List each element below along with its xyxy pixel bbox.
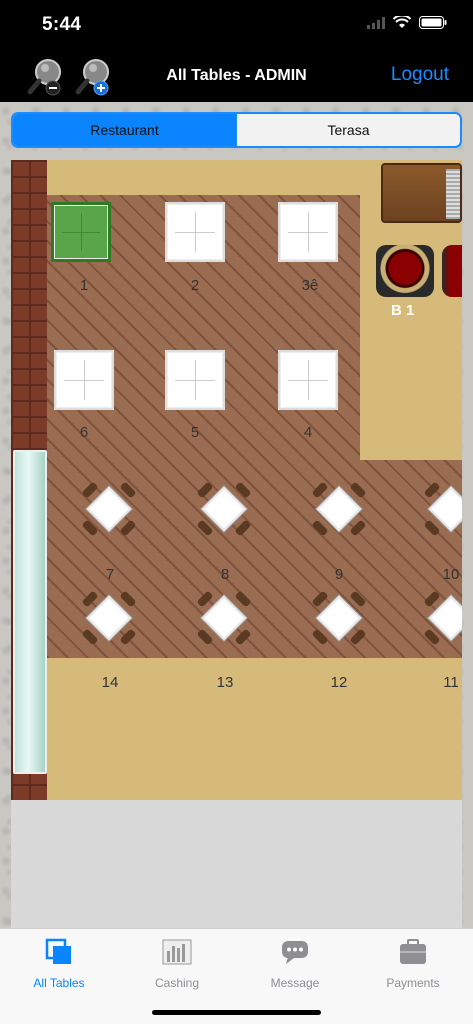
chair [119,590,137,608]
table-label: 14 [101,674,119,691]
chair [81,481,99,499]
message-icon [282,941,308,964]
table-label: 1 [79,277,89,294]
table-label: 4 [303,424,313,441]
chair [349,519,367,537]
wifi-icon [393,16,411,28]
segment-terasa[interactable]: Terasa [236,114,460,146]
chair [311,628,329,646]
table-9[interactable] [308,478,370,540]
table-4[interactable] [278,350,338,410]
chair [311,590,329,608]
table-12[interactable] [308,587,370,649]
table-label: 3ê [301,277,319,294]
chair [423,481,441,499]
table-label: 13 [216,674,234,691]
table-10[interactable] [420,478,462,540]
tab-label: Payments [386,976,440,990]
table-label: 6 [79,424,89,441]
chair [119,519,137,537]
chair [234,590,252,608]
tab-message[interactable]: Message [236,937,354,990]
battery-icon [419,16,447,29]
payments-icon [400,939,426,964]
nav-bar: All Tables - ADMIN Logout [0,52,473,102]
table-2[interactable] [165,202,225,262]
chair [119,628,137,646]
counter-grill [446,169,460,219]
chair [81,628,99,646]
chair [349,590,367,608]
glass-window [13,450,47,774]
cellular-signal-icon [367,16,385,29]
table-7[interactable] [78,478,140,540]
table-label: 11 [443,674,459,691]
table-label: 5 [190,424,200,441]
cashing-icon [162,939,192,965]
segment-restaurant[interactable]: Restaurant [13,114,236,146]
tab-label: All Tables [33,976,85,990]
chair [196,628,214,646]
table-11[interactable] [420,587,462,649]
table-label: 10 [442,566,460,583]
chair [234,628,252,646]
bar-table-b1[interactable] [376,245,434,297]
chair [81,590,99,608]
table-1[interactable] [51,202,111,262]
chair [423,519,441,537]
tab-payments[interactable]: Payments [354,937,472,990]
chair [349,481,367,499]
chair [196,481,214,499]
table-5[interactable] [165,350,225,410]
chair [234,519,252,537]
logout-button[interactable]: Logout [391,64,449,86]
table-3[interactable] [278,202,338,262]
tab-label: Cashing [154,976,200,990]
table-8[interactable] [193,478,255,540]
chair [423,628,441,646]
chair [311,519,329,537]
chair [119,481,137,499]
table-label: 8 [220,566,230,583]
chair [196,590,214,608]
tables-icon [45,938,71,964]
table-14[interactable] [78,587,140,649]
table-6[interactable] [54,350,114,410]
chair [196,519,214,537]
status-bar: 5:44 [0,0,473,52]
status-time: 5:44 [42,14,82,35]
table-label-b1: B 1 [391,302,415,319]
empty-canvas-area [11,800,462,928]
table-label: 12 [330,674,348,691]
table-label: 2 [190,277,200,294]
chair [81,519,99,537]
table-label: 9 [334,566,344,583]
table-label: 7 [105,566,115,583]
chair [311,481,329,499]
area-segmented-control: Restaurant Terasa [11,112,462,148]
table-13[interactable] [193,587,255,649]
home-indicator [152,1010,321,1015]
tab-cashing[interactable]: Cashing [118,937,236,990]
chair [349,628,367,646]
bar-counter [381,163,462,223]
bar-table-b2-partial[interactable] [442,245,462,297]
tab-label: Message [270,976,320,990]
chair [423,590,441,608]
status-icons [367,16,447,29]
chair [234,481,252,499]
floor-plan: B 1 1 2 3ê 6 5 4 7 8 9 10 14 13 12 11 [11,160,462,800]
tab-all-tables[interactable]: All Tables [0,937,118,990]
